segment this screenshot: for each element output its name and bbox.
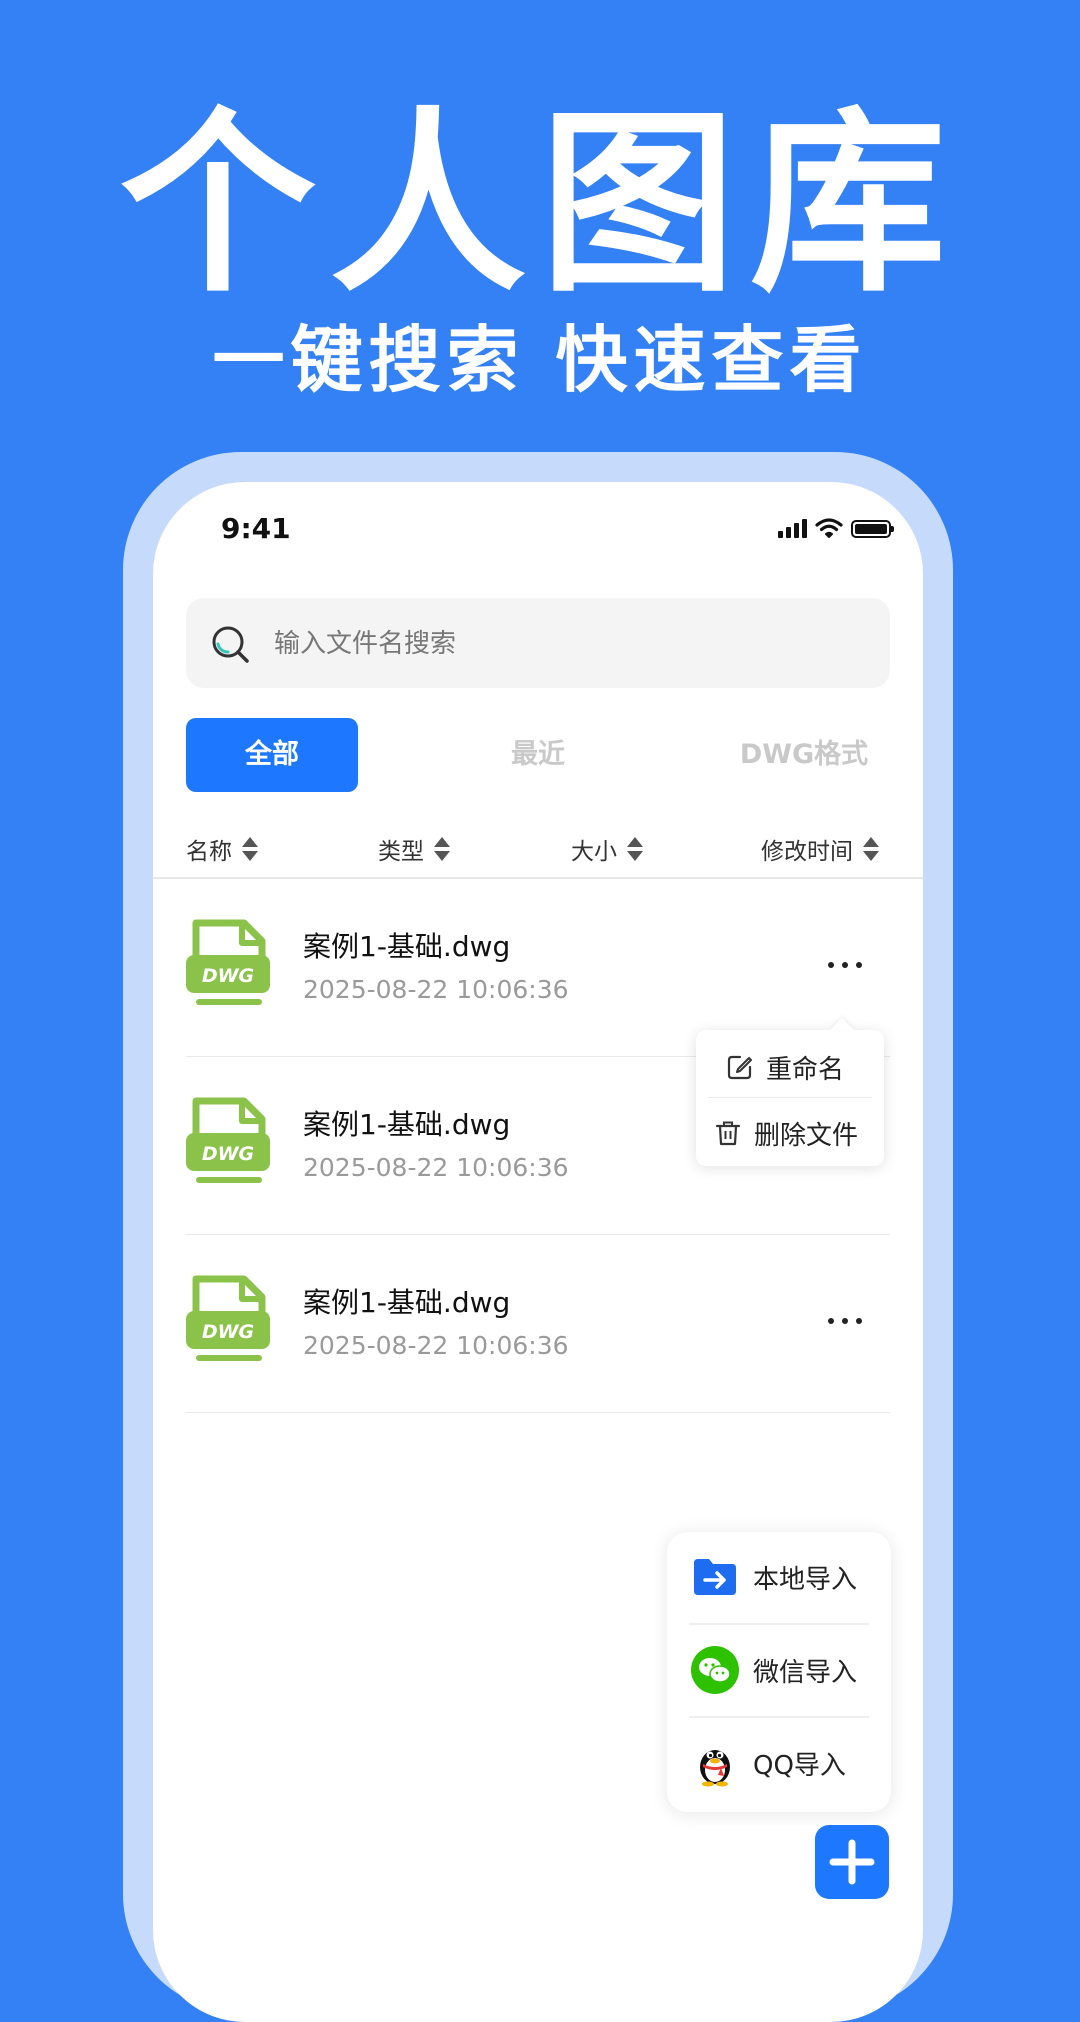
file-date: 2025-08-22 10:06:36 xyxy=(303,1331,569,1360)
delete-label: 删除文件 xyxy=(754,1120,859,1151)
trash-icon xyxy=(715,1121,741,1146)
cellular-signal-icon xyxy=(778,518,807,538)
sort-icon xyxy=(863,837,879,861)
column-label-size: 大小 xyxy=(571,839,617,865)
menu-divider xyxy=(708,1097,872,1098)
hero-title: 个人图库 xyxy=(119,91,960,319)
import-menu: 本地导入 微信导入 QQ导入 xyxy=(667,1532,891,1812)
dwg-file-icon: DWG xyxy=(186,919,270,1005)
tab-all[interactable]: 全部 xyxy=(186,718,358,792)
local-import-label: 本地导入 xyxy=(753,1564,858,1595)
status-time: 9:41 xyxy=(221,512,291,545)
qq-penguin-icon xyxy=(700,1750,730,1787)
dwg-file-icon: DWG xyxy=(186,1275,270,1361)
tab-dwg[interactable]: DWG格式 xyxy=(718,718,890,792)
file-row[interactable]: DWG 案例1-基础.dwg 2025-08-22 10:06:36 xyxy=(186,1235,890,1413)
column-label-modified: 修改时间 xyxy=(761,839,853,865)
file-context-menu: 重命名 删除文件 xyxy=(696,1030,884,1166)
folder-import-icon xyxy=(694,1559,736,1595)
rename-label: 重命名 xyxy=(766,1054,845,1085)
file-name: 案例1-基础.dwg xyxy=(303,1286,511,1319)
column-label-type: 类型 xyxy=(378,839,424,865)
sort-by-modified[interactable]: 修改时间 xyxy=(761,832,879,866)
hero-subtitle: 一键搜索 快速查看 xyxy=(212,318,868,402)
file-icon-label: DWG xyxy=(202,1143,254,1165)
wechat-icon xyxy=(691,1646,739,1694)
file-name: 案例1-基础.dwg xyxy=(303,1108,511,1141)
search-box[interactable] xyxy=(186,598,890,688)
search-input[interactable] xyxy=(272,618,856,670)
row-divider xyxy=(186,1412,890,1413)
phone-screen: 9:41 全部 最近 DWG格式 名称 类型 大小 修改时 xyxy=(153,482,923,2022)
sort-icon xyxy=(434,837,450,861)
more-options-button[interactable] xyxy=(828,1315,862,1327)
sort-icon xyxy=(242,837,258,861)
sort-by-size[interactable]: 大小 xyxy=(571,832,643,866)
sort-icon xyxy=(627,837,643,861)
sort-by-name[interactable]: 名称 xyxy=(186,832,258,866)
status-icons xyxy=(778,518,894,538)
wifi-icon xyxy=(815,518,843,538)
qq-import-label: QQ导入 xyxy=(753,1750,846,1781)
search-icon xyxy=(212,626,249,663)
tab-recent[interactable]: 最近 xyxy=(452,718,624,792)
dwg-file-icon: DWG xyxy=(186,1097,270,1183)
file-date: 2025-08-22 10:06:36 xyxy=(303,975,569,1004)
file-icon-label: DWG xyxy=(202,965,254,987)
battery-icon xyxy=(851,520,894,538)
add-file-button[interactable] xyxy=(815,1825,889,1899)
local-import-item[interactable]: 本地导入 xyxy=(667,1532,891,1622)
file-date: 2025-08-22 10:06:36 xyxy=(303,1153,569,1182)
plus-icon xyxy=(829,1839,875,1885)
edit-icon xyxy=(727,1055,752,1080)
more-options-button[interactable] xyxy=(828,959,862,971)
delete-menu-item[interactable]: 删除文件 xyxy=(696,1102,884,1164)
file-name: 案例1-基础.dwg xyxy=(303,930,511,963)
rename-menu-item[interactable]: 重命名 xyxy=(696,1036,884,1098)
file-icon-label: DWG xyxy=(202,1321,254,1343)
column-label-name: 名称 xyxy=(186,839,232,865)
sort-by-type[interactable]: 类型 xyxy=(378,832,450,866)
wechat-import-label: 微信导入 xyxy=(753,1657,858,1688)
wechat-import-item[interactable]: 微信导入 xyxy=(667,1625,891,1715)
qq-import-item[interactable]: QQ导入 xyxy=(667,1718,891,1808)
